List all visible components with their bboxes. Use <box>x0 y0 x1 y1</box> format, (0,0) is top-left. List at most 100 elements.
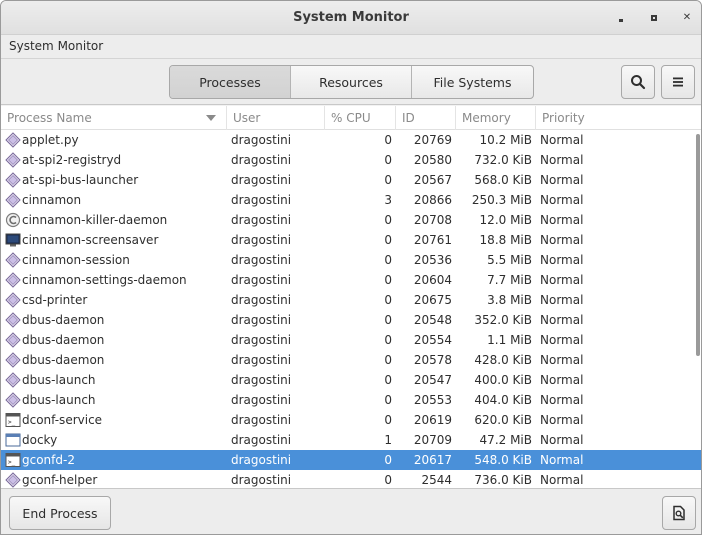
memory-cell: 3.8 MiB <box>487 293 532 307</box>
title-bar[interactable]: System Monitor ✕ <box>1 1 701 35</box>
priority-cell: Normal <box>540 373 584 387</box>
memory-cell: 548.0 KiB <box>474 453 532 467</box>
process-name-cell: cinnamon-killer-daemon <box>22 213 168 227</box>
cpu-cell: 0 <box>384 133 392 147</box>
process-name-cell: dbus-daemon <box>22 333 105 347</box>
pid-cell: 20553 <box>413 393 452 407</box>
search-icon <box>631 75 646 90</box>
pid-cell: 20547 <box>413 373 452 387</box>
priority-cell: Normal <box>540 133 584 147</box>
column-header-id[interactable]: ID <box>396 106 456 130</box>
pid-cell: 20769 <box>413 133 452 147</box>
pid-cell: 20567 <box>413 173 452 187</box>
cpu-cell: 0 <box>384 373 392 387</box>
memory-cell: 10.2 MiB <box>479 133 532 147</box>
table-row[interactable]: cinnamon-screensaver dragostini 0 20761 18.8… <box>1 230 701 250</box>
process-name-cell: dbus-daemon <box>22 313 105 327</box>
diamond-process-icon <box>5 472 21 488</box>
pid-cell: 20708 <box>413 213 452 227</box>
user-cell: dragostini <box>231 233 292 247</box>
diamond-process-icon <box>5 172 21 188</box>
process-name-cell: at-spi-bus-launcher <box>22 173 139 187</box>
diamond-process-icon <box>5 192 21 208</box>
tab-resources[interactable]: Resources <box>291 66 412 98</box>
user-cell: dragostini <box>231 333 292 347</box>
diamond-process-icon <box>5 292 21 308</box>
process-name-cell: cinnamon-screensaver <box>22 233 159 247</box>
diamond-process-icon <box>5 252 21 268</box>
table-row[interactable]: applet.py dragostini 0 20769 10.2 MiB Normal <box>1 130 701 150</box>
column-header-cpu[interactable]: % CPU <box>325 106 396 130</box>
app-menu[interactable]: System Monitor <box>9 39 103 53</box>
table-row[interactable]: cinnamon-killer-daemon dragostini 0 20708 12… <box>1 210 701 230</box>
app-menu-button[interactable] <box>661 65 695 99</box>
minimize-icon <box>619 18 623 22</box>
search-button[interactable] <box>621 65 655 99</box>
table-row[interactable]: cinnamon-session dragostini 0 20536 5.5 MiB N… <box>1 250 701 270</box>
column-header-process-name[interactable]: Process Name <box>1 106 227 130</box>
memory-cell: 7.7 MiB <box>487 273 532 287</box>
cpu-cell: 0 <box>384 273 392 287</box>
table-row[interactable]: dbus-daemon dragostini 0 20578 428.0 KiB Norm… <box>1 350 701 370</box>
sort-descending-icon <box>206 115 216 121</box>
table-row[interactable]: >_ gconfd-2 dragostini 0 20617 548.0 KiB Norma… <box>1 450 701 470</box>
tab-processes[interactable]: Processes <box>170 66 291 98</box>
priority-cell: Normal <box>540 213 584 227</box>
pid-cell: 20578 <box>413 353 452 367</box>
end-process-button[interactable]: End Process <box>9 496 111 530</box>
window-app-icon <box>5 432 21 448</box>
process-name-cell: cinnamon-settings-daemon <box>22 273 187 287</box>
process-name-cell: dbus-daemon <box>22 353 105 367</box>
table-row[interactable]: dbus-launch dragostini 0 20553 404.0 KiB Norm… <box>1 390 701 410</box>
table-row[interactable]: >_ dconf-service dragostini 0 20619 620.0 KiB… <box>1 410 701 430</box>
user-cell: dragostini <box>231 273 292 287</box>
priority-cell: Normal <box>540 473 584 487</box>
column-header-memory[interactable]: Memory <box>456 106 536 130</box>
process-table: Process Name User % CPU ID Memory Priori… <box>1 106 701 488</box>
user-cell: dragostini <box>231 253 292 267</box>
process-name-cell: dbus-launch <box>22 373 96 387</box>
memory-cell: 1.1 MiB <box>487 333 532 347</box>
hamburger-menu-icon <box>673 77 683 87</box>
screensaver-monitor-icon <box>5 232 21 248</box>
maximize-button[interactable] <box>646 10 662 26</box>
cpu-cell: 0 <box>384 233 392 247</box>
column-header-priority[interactable]: Priority <box>536 106 701 130</box>
table-row[interactable]: dbus-daemon dragostini 0 20554 1.1 MiB Normal <box>1 330 701 350</box>
table-row[interactable]: csd-printer dragostini 0 20675 3.8 MiB Normal <box>1 290 701 310</box>
cpu-cell: 0 <box>384 153 392 167</box>
cpu-cell: 0 <box>384 293 392 307</box>
user-cell: dragostini <box>231 393 292 407</box>
table-row[interactable]: dbus-daemon dragostini 0 20548 352.0 KiB Norm… <box>1 310 701 330</box>
memory-cell: 404.0 KiB <box>474 393 532 407</box>
svg-text:>_: >_ <box>8 419 16 426</box>
table-row[interactable]: dbus-launch dragostini 0 20547 400.0 KiB Norm… <box>1 370 701 390</box>
diamond-process-icon <box>5 332 21 348</box>
table-row[interactable]: gconf-helper dragostini 0 2544 736.0 KiB Norm… <box>1 470 701 488</box>
close-icon: ✕ <box>682 12 692 23</box>
cpu-cell: 0 <box>384 253 392 267</box>
table-body: applet.py dragostini 0 20769 10.2 MiB Normal a… <box>1 130 701 488</box>
close-button[interactable]: ✕ <box>679 10 695 26</box>
vertical-scrollbar[interactable] <box>696 134 700 356</box>
minimize-button[interactable] <box>613 10 629 26</box>
tab-file-systems[interactable]: File Systems <box>412 66 533 98</box>
cpu-cell: 0 <box>384 393 392 407</box>
column-header-user[interactable]: User <box>227 106 325 130</box>
pid-cell: 20580 <box>413 153 452 167</box>
bottom-bar: End Process <box>1 488 701 534</box>
memory-cell: 352.0 KiB <box>474 313 532 327</box>
table-row[interactable]: cinnamon dragostini 3 20866 250.3 MiB Normal <box>1 190 701 210</box>
table-row[interactable]: cinnamon-settings-daemon dragostini 0 20604… <box>1 270 701 290</box>
table-row[interactable]: at-spi2-registryd dragostini 0 20580 732.0 K… <box>1 150 701 170</box>
pid-cell: 20604 <box>413 273 452 287</box>
process-properties-button[interactable] <box>662 496 696 530</box>
memory-cell: 18.8 MiB <box>479 233 532 247</box>
process-name-cell: csd-printer <box>22 293 88 307</box>
user-cell: dragostini <box>231 133 292 147</box>
table-row[interactable]: docky dragostini 1 20709 47.2 MiB Normal <box>1 430 701 450</box>
user-cell: dragostini <box>231 193 292 207</box>
priority-cell: Normal <box>540 313 584 327</box>
user-cell: dragostini <box>231 433 292 447</box>
table-row[interactable]: at-spi-bus-launcher dragostini 0 20567 568.0… <box>1 170 701 190</box>
